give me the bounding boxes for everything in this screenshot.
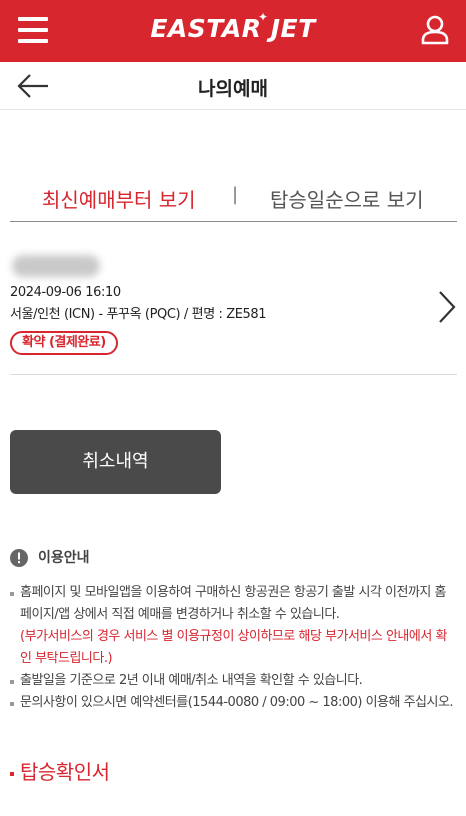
eastar-jet-logo[interactable]: EASTAR JET ✦	[0, 10, 466, 43]
notice-item: 홈페이지 및 모바일앱을 이용하여 구매하신 항공권은 항공기 출발 시각 이전…	[10, 582, 456, 670]
app-header: EASTAR JET ✦	[0, 0, 466, 62]
booking-route: 서울/인천 (ICN) - 푸꾸옥 (PQC) / 편명 : ZE581	[10, 307, 267, 322]
status-badge: 확약 (결제완료)	[10, 331, 118, 355]
usage-notice: 이용안내 홈페이지 및 모바일앱을 이용하여 구매하신 항공권은 항공기 출발 …	[10, 546, 456, 710]
chevron-right-icon[interactable]	[436, 289, 458, 325]
booking-card[interactable]: 2024-09-06 16:10 서울/인천 (ICN) - 푸꾸옥 (PQC)…	[10, 245, 457, 375]
page-header: 나의예매	[0, 62, 466, 110]
notice-title: 이용안내	[38, 550, 90, 566]
cancel-history-button[interactable]: 취소내역	[10, 430, 221, 494]
notice-text: 문의사항이 있으시면 예약센터를(1544-0080 / 09:00 ~ 18:…	[20, 695, 454, 710]
boarding-pass-link[interactable]: 탑승확인서	[10, 756, 110, 785]
tab-separator: |	[232, 184, 239, 205]
page-title: 나의예매	[198, 78, 268, 100]
notice-addon-note: (부가서비스의 경우 서비스 별 이용규정이 상이하므로 해당 부가서비스 안내…	[20, 629, 447, 666]
sort-tabs: 최신예매부터 보기 | 탑승일순으로 보기	[10, 180, 457, 222]
user-profile-icon[interactable]	[420, 15, 450, 45]
boarding-pass-label[interactable]: 탑승확인서	[20, 760, 110, 784]
tab-latest-bookings[interactable]: 최신예매부터 보기	[42, 184, 196, 213]
notice-text: 홈페이지 및 모바일앱을 이용하여 구매하신 항공권은 항공기 출발 시각 이전…	[20, 585, 446, 622]
tab-boarding-date[interactable]: 탑승일순으로 보기	[270, 184, 424, 213]
notice-text: 출발일을 기준으로 2년 이내 예매/취소 내역을 확인할 수 있습니다.	[20, 673, 363, 688]
blurred-booking-name	[12, 255, 100, 277]
notice-item: 출발일을 기준으로 2년 이내 예매/취소 내역을 확인할 수 있습니다.	[10, 670, 456, 692]
notice-list: 홈페이지 및 모바일앱을 이용하여 구매하신 항공권은 항공기 출발 시각 이전…	[10, 582, 456, 714]
notice-item: 문의사항이 있으시면 예약센터를(1544-0080 / 09:00 ~ 18:…	[10, 692, 456, 714]
info-icon	[10, 549, 28, 567]
booking-datetime: 2024-09-06 16:10	[10, 285, 121, 300]
